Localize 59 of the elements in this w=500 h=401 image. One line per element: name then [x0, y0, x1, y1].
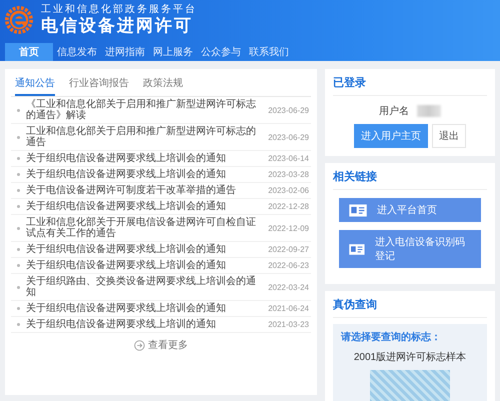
bullet-icon	[17, 226, 20, 230]
bullet-icon	[17, 307, 20, 310]
bullet-icon	[17, 286, 20, 288]
site-title: 电信设备进网许可	[41, 16, 194, 36]
redacted-username	[417, 105, 441, 117]
bullet-icon	[17, 173, 20, 176]
news-date: 2023-06-29	[268, 132, 309, 142]
news-date: 2022-09-27	[268, 245, 309, 254]
nav-tab[interactable]: 进网指南	[101, 43, 149, 61]
view-more-link[interactable]: 查看更多	[134, 338, 188, 352]
news-date: 2022-12-09	[268, 224, 309, 232]
bullet-icon	[17, 205, 20, 208]
panel-title: 真伪查询	[333, 291, 487, 318]
news-tab[interactable]: 政策法规	[143, 73, 183, 96]
news-link[interactable]: 关于组织电信设备进网要求线上培训会的通知	[26, 303, 260, 314]
news-link[interactable]: 工业和信息化部关于开展电信设备进网许可自检自证试点有关工作的通告	[26, 217, 260, 239]
news-date: 2023-02-06	[268, 186, 309, 195]
nav-tab[interactable]: 公众参与	[197, 43, 245, 61]
news-date: 2023-03-28	[268, 170, 309, 179]
news-link[interactable]: 工业和信息化部关于启用和推广新型进网许可标志的通告	[26, 126, 260, 148]
nav-tab[interactable]: 信息发布	[53, 43, 101, 61]
news-date: 2022-03-24	[268, 282, 309, 292]
arrow-circle-icon	[134, 340, 145, 350]
username-label: 用户名	[379, 104, 409, 118]
sample-caption: 2001版进网许可标志样本	[354, 350, 466, 364]
news-link[interactable]: 关于组织电信设备进网要求线上培训会的通知	[26, 244, 260, 255]
news-date: 2023-06-29	[268, 106, 309, 114]
bullet-icon	[17, 136, 20, 138]
news-tab[interactable]: 通知公告	[15, 73, 55, 96]
news-link[interactable]: 关于组织电信设备进网要求线上培训的通知	[26, 319, 260, 330]
news-date: 2022-06-23	[268, 261, 309, 270]
news-link[interactable]: 关于组织电信设备进网要求线上培训会的通知	[26, 260, 260, 271]
bullet-icon	[17, 189, 20, 192]
news-link[interactable]: 关于组织电信设备进网要求线上培训会的通知	[26, 201, 260, 212]
panel-title: 相关链接	[333, 163, 487, 190]
news-link[interactable]: 关于组织电信设备进网要求线上培训会的通知	[26, 153, 260, 164]
panel-title: 已登录	[333, 69, 487, 96]
news-date: 2021-06-24	[268, 304, 309, 313]
news-link[interactable]: 关于组织电信设备进网要求线上培训会的通知	[26, 169, 260, 180]
nav-tab[interactable]: 联系我们	[245, 43, 293, 61]
bullet-icon	[17, 108, 20, 112]
news-link[interactable]: 《工业和信息化部关于启用和推广新型进网许可标志的通告》解读	[26, 99, 260, 121]
nav-tab[interactable]: 网上服务	[149, 43, 197, 61]
bullet-icon	[17, 264, 20, 267]
id-card-icon	[349, 204, 367, 216]
query-prompt: 请选择要查询的标志：	[341, 330, 442, 344]
id-card-icon	[349, 242, 365, 256]
platform-subtitle: 工业和信息化部政务服务平台	[41, 4, 197, 16]
logout-button[interactable]: 退出	[432, 124, 466, 148]
bullet-icon	[17, 323, 20, 326]
news-link[interactable]: 关于电信设备进网许可制度若干改革举措的通告	[26, 185, 260, 196]
bullet-icon	[17, 248, 20, 251]
news-link[interactable]: 关于组织路由、交换类设备进网要求线上培训会的通知	[26, 276, 260, 298]
news-tab[interactable]: 行业咨询报告	[69, 73, 129, 96]
news-date: 2021-03-23	[268, 320, 309, 329]
news-date: 2022-12-28	[268, 202, 309, 211]
bullet-icon	[17, 157, 20, 160]
logo-icon	[5, 6, 33, 34]
news-date: 2023-06-14	[268, 154, 309, 163]
